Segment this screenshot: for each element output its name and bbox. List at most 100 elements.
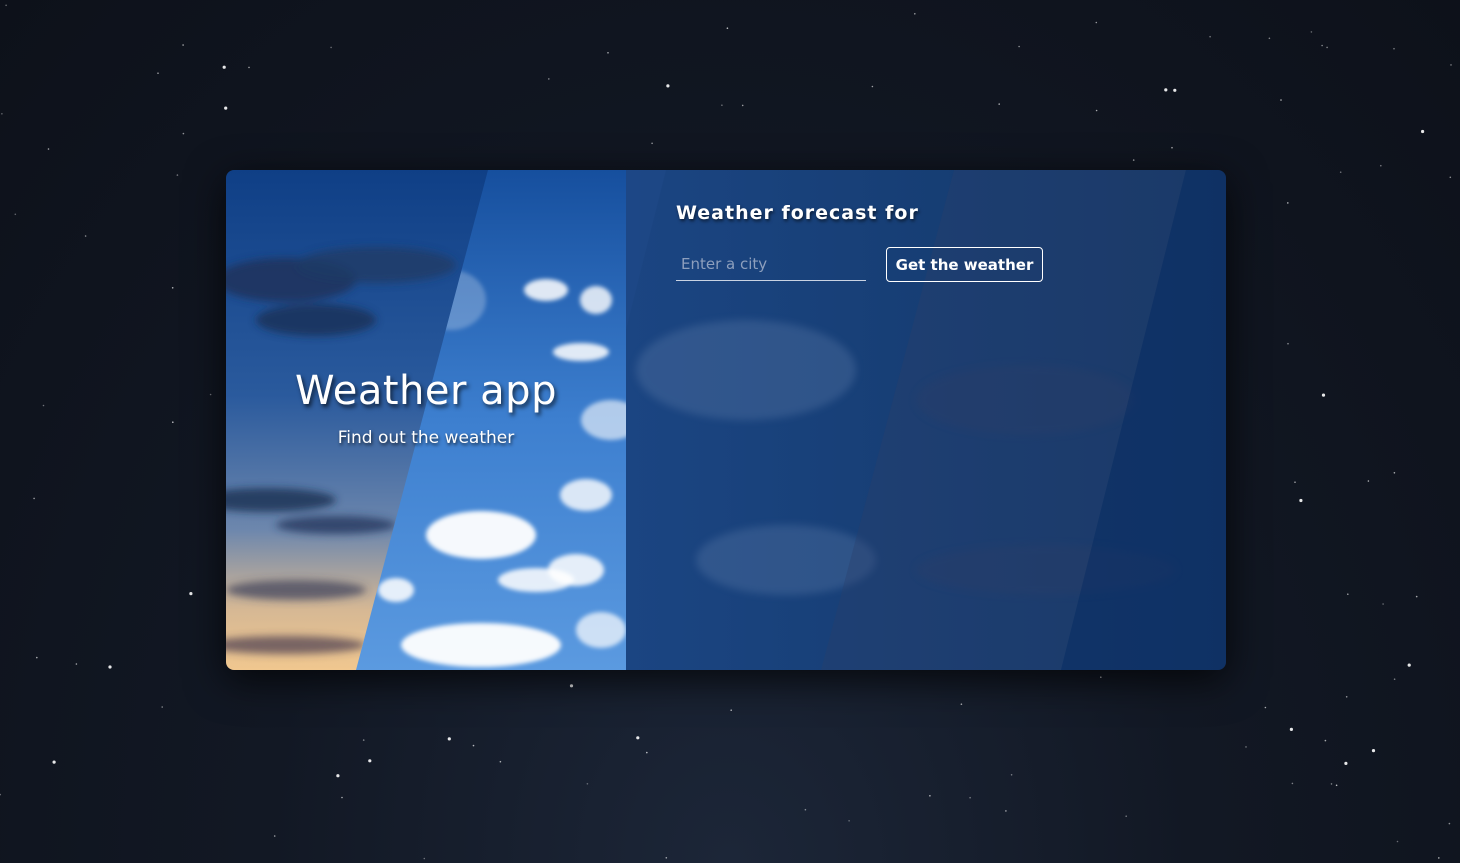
star	[646, 751, 648, 754]
star	[1396, 840, 1399, 843]
star	[1299, 498, 1303, 503]
star	[1280, 99, 1282, 101]
hero-panel: Weather app Find out the weather	[226, 170, 626, 670]
star	[1287, 202, 1289, 204]
star	[52, 760, 56, 764]
star	[804, 808, 807, 811]
star	[341, 796, 343, 799]
star	[447, 737, 451, 741]
star	[75, 663, 78, 665]
star	[84, 235, 87, 237]
star	[1321, 44, 1323, 47]
star	[1344, 761, 1348, 766]
star	[636, 736, 640, 740]
star	[0, 793, 1, 796]
star	[1173, 88, 1177, 92]
star	[224, 106, 228, 110]
star	[182, 44, 184, 46]
star	[222, 65, 226, 69]
star	[499, 760, 502, 763]
star	[172, 421, 174, 424]
star	[161, 706, 163, 708]
star	[1310, 31, 1313, 33]
star	[1164, 88, 1168, 92]
star	[472, 744, 475, 747]
star	[157, 72, 159, 74]
star	[848, 820, 850, 822]
star	[1018, 45, 1020, 48]
star	[607, 52, 609, 54]
star	[1268, 37, 1271, 40]
star	[189, 592, 193, 596]
star	[33, 497, 35, 500]
star	[423, 857, 426, 860]
star	[5, 4, 7, 7]
star	[1335, 784, 1338, 787]
star	[1095, 21, 1098, 24]
star	[741, 104, 744, 107]
star	[1095, 109, 1098, 112]
star	[1132, 159, 1135, 161]
star	[726, 27, 729, 30]
star	[1171, 146, 1173, 149]
star	[1287, 342, 1289, 345]
star	[1450, 64, 1452, 66]
star	[47, 148, 50, 150]
star	[1438, 857, 1440, 859]
star	[1245, 746, 1247, 748]
star	[1326, 46, 1328, 49]
weather-card: Weather app Find out the weather Weather…	[226, 170, 1226, 670]
app-title: Weather app	[295, 368, 557, 414]
forecast-form-title: Weather forecast for	[676, 202, 919, 224]
star	[1345, 696, 1348, 698]
star	[1448, 822, 1451, 825]
star	[1005, 810, 1007, 812]
star	[871, 85, 874, 88]
star	[1407, 663, 1411, 667]
star	[1264, 706, 1267, 709]
star	[1294, 481, 1296, 484]
star	[960, 703, 963, 705]
star	[368, 759, 372, 763]
city-input[interactable]	[676, 248, 866, 281]
star	[1339, 171, 1342, 173]
star	[1324, 739, 1327, 742]
star	[42, 404, 45, 407]
star	[1347, 593, 1349, 595]
star	[651, 142, 653, 145]
star	[1100, 676, 1102, 678]
star	[1371, 749, 1376, 753]
star	[586, 783, 589, 785]
star	[914, 13, 916, 15]
star	[1125, 815, 1127, 817]
star	[730, 709, 732, 711]
star	[548, 78, 550, 80]
star	[1415, 595, 1418, 598]
star	[273, 835, 276, 837]
star	[1449, 176, 1452, 179]
star	[176, 174, 179, 176]
star	[14, 213, 17, 216]
star	[1421, 129, 1425, 134]
star	[336, 774, 340, 778]
star	[330, 46, 332, 49]
star	[721, 104, 723, 106]
app-subtitle: Find out the weather	[337, 428, 515, 448]
star	[36, 656, 38, 659]
get-weather-button[interactable]: Get the weather	[886, 247, 1043, 282]
star	[248, 66, 250, 69]
star	[209, 393, 212, 396]
star	[108, 665, 112, 669]
star	[569, 684, 574, 688]
star	[171, 287, 174, 289]
star	[1382, 603, 1384, 605]
star	[665, 857, 668, 859]
star	[666, 84, 670, 88]
star	[1393, 678, 1396, 680]
star	[1, 113, 3, 115]
star	[362, 739, 365, 741]
star	[1209, 35, 1211, 38]
star	[1393, 472, 1396, 474]
star	[1367, 480, 1370, 482]
star	[969, 796, 971, 799]
